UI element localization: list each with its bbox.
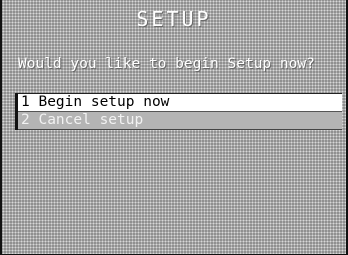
setup-menu: 1 Begin setup now 2 Cancel setup bbox=[15, 93, 342, 130]
setup-prompt: Would you like to begin Setup now? bbox=[18, 56, 315, 72]
menu-item-cancel-setup[interactable]: 2 Cancel setup bbox=[18, 111, 342, 130]
setup-screen: SETUP Would you like to begin Setup now?… bbox=[0, 0, 348, 255]
screen-title: SETUP bbox=[136, 7, 212, 31]
menu-item-begin-setup[interactable]: 1 Begin setup now bbox=[18, 93, 342, 111]
